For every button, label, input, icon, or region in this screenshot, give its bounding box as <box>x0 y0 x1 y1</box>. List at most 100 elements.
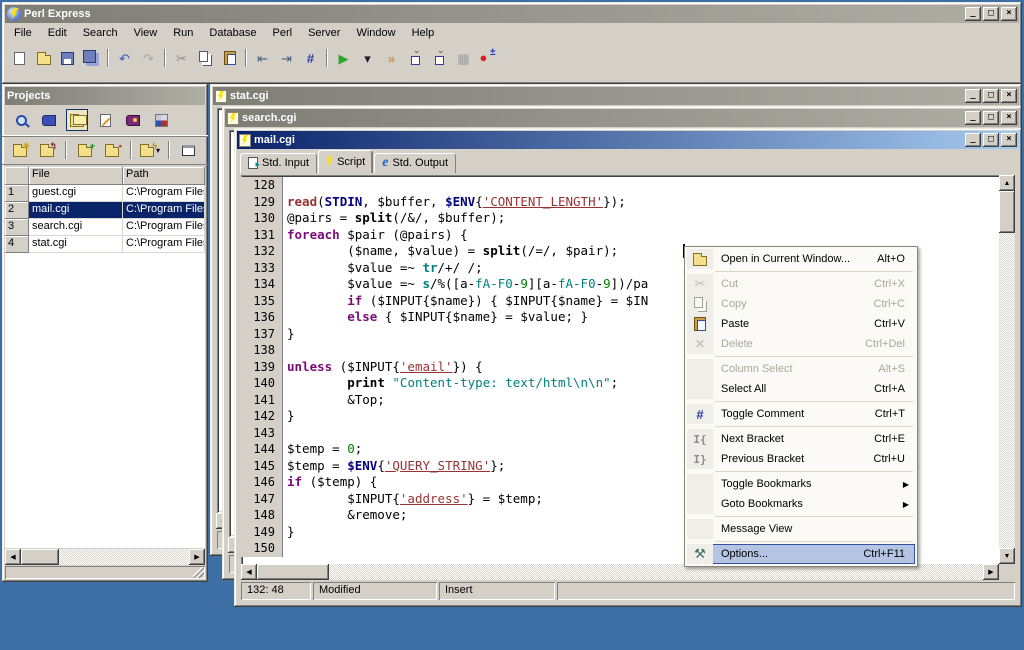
minimize-button[interactable]: _ <box>965 7 981 21</box>
menu-perl[interactable]: Perl <box>265 25 301 41</box>
editor-vscrollbar[interactable]: ▲ ▼ <box>999 175 1015 564</box>
scroll-up-button[interactable]: ▲ <box>999 175 1015 191</box>
menu-file[interactable]: File <box>6 25 40 41</box>
tab-script[interactable]: Script <box>318 150 373 173</box>
maximize-button[interactable]: □ <box>983 111 999 125</box>
copy-button[interactable] <box>194 47 217 69</box>
scroll-right-button[interactable]: ▶ <box>983 564 999 580</box>
code-line[interactable]: 128 <box>241 177 999 194</box>
scroll-thumb[interactable] <box>999 191 1015 233</box>
paste-button[interactable] <box>218 47 241 69</box>
add-file-button[interactable]: + <box>73 139 97 161</box>
indent-button[interactable]: ⇥ <box>275 47 298 69</box>
menu-run[interactable]: Run <box>165 25 201 41</box>
menu-item-message-view[interactable]: Message View <box>687 519 915 539</box>
path-column-header[interactable]: Path <box>123 167 205 185</box>
menu-view[interactable]: View <box>126 25 166 41</box>
file-name-cell[interactable]: guest.cgi <box>29 185 123 202</box>
scroll-left-button[interactable]: ◀ <box>5 549 21 565</box>
project-file-row[interactable]: 2mail.cgiC:\Program Files <box>5 202 205 219</box>
menu-item-column-select[interactable]: Column SelectAlt+S <box>687 359 915 379</box>
maximize-button[interactable]: □ <box>983 89 999 103</box>
menu-server[interactable]: Server <box>300 25 348 41</box>
open-project-button[interactable]: ↰ <box>35 139 59 161</box>
file-path-cell[interactable]: C:\Program Files <box>123 219 205 236</box>
tab-std-input[interactable]: Std. Input <box>240 153 317 173</box>
run-project-button[interactable]: ϟ▾ <box>138 139 162 161</box>
purple-book-button[interactable] <box>122 109 144 131</box>
row-number[interactable]: 3 <box>5 219 29 236</box>
new-window-button[interactable] <box>176 139 200 161</box>
file-path-cell[interactable]: C:\Program Files <box>123 236 205 253</box>
scroll-track[interactable] <box>999 233 1015 548</box>
undo-button[interactable]: ↶ <box>113 47 136 69</box>
close-button[interactable]: × <box>1001 111 1017 125</box>
code-line[interactable]: 131foreach $pair (@pairs) { <box>241 227 999 244</box>
run-with-button[interactable]: » <box>380 47 403 69</box>
search-files-button[interactable] <box>10 109 32 131</box>
menu-item-goto-bookmarks[interactable]: Goto Bookmarks▶ <box>687 494 915 514</box>
scroll-down-button[interactable]: ▼ <box>999 548 1015 564</box>
file-name-cell[interactable]: search.cgi <box>29 219 123 236</box>
unindent-button[interactable]: ⇤ <box>251 47 274 69</box>
minimize-button[interactable]: _ <box>965 89 981 103</box>
code-line[interactable]: 130@pairs = split(/&/, $buffer); <box>241 210 999 227</box>
search-titlebar[interactable]: search.cgi _ □ × <box>225 109 1019 127</box>
step-into-button[interactable] <box>404 47 427 69</box>
close-button[interactable]: × <box>1001 133 1017 147</box>
run-script-button[interactable]: ▶ <box>332 47 355 69</box>
menu-item-options[interactable]: ⚒Options...Ctrl+F11 <box>687 544 915 564</box>
menu-item-paste[interactable]: PasteCtrl+V <box>687 314 915 334</box>
row-number[interactable]: 1 <box>5 185 29 202</box>
scroll-thumb[interactable] <box>21 549 59 565</box>
scroll-left-button[interactable]: ◀ <box>241 564 257 580</box>
project-file-row[interactable]: 1guest.cgiC:\Program Files <box>5 185 205 202</box>
run-menu-button[interactable]: ▾ <box>356 47 379 69</box>
file-column-header[interactable]: File <box>29 167 123 185</box>
code-line[interactable]: 129read(STDIN, $buffer, $ENV{'CONTENT_LE… <box>241 194 999 211</box>
project-file-row[interactable]: 4stat.cgiC:\Program Files <box>5 236 205 253</box>
menu-item-toggle-comment[interactable]: #Toggle CommentCtrl+T <box>687 404 915 424</box>
close-button[interactable]: × <box>1001 89 1017 103</box>
scroll-thumb[interactable] <box>257 564 329 580</box>
blue-book-button[interactable] <box>38 109 60 131</box>
menu-help[interactable]: Help <box>404 25 443 41</box>
menu-item-select-all[interactable]: Select AllCtrl+A <box>687 379 915 399</box>
menu-search[interactable]: Search <box>75 25 126 41</box>
file-path-cell[interactable]: C:\Program Files <box>123 185 205 202</box>
menu-database[interactable]: Database <box>201 25 264 41</box>
projects-hscrollbar[interactable]: ◀ ▶ <box>5 549 205 565</box>
main-titlebar[interactable]: Perl Express _ □ × <box>5 5 1019 23</box>
open-file-button[interactable] <box>32 47 55 69</box>
project-file-row[interactable]: 3search.cgiC:\Program Files <box>5 219 205 236</box>
minimize-button[interactable]: _ <box>965 133 981 147</box>
menu-edit[interactable]: Edit <box>40 25 75 41</box>
menu-window[interactable]: Window <box>348 25 403 41</box>
tab-std-output[interactable]: eStd. Output <box>374 153 456 173</box>
cut-button[interactable]: ✂ <box>170 47 193 69</box>
file-path-cell[interactable]: C:\Program Files <box>123 202 205 219</box>
new-file-button[interactable] <box>8 47 31 69</box>
close-button[interactable]: × <box>1001 7 1017 21</box>
stat-titlebar[interactable]: stat.cgi _ □ × <box>213 87 1019 105</box>
row-number[interactable]: 2 <box>5 202 29 219</box>
file-name-cell[interactable]: stat.cgi <box>29 236 123 253</box>
file-name-cell[interactable]: mail.cgi <box>29 202 123 219</box>
menu-item-previous-bracket[interactable]: I}Previous BracketCtrl+U <box>687 449 915 469</box>
menu-item-cut[interactable]: ✂CutCtrl+X <box>687 274 915 294</box>
menu-item-delete[interactable]: ✕DeleteCtrl+Del <box>687 334 915 354</box>
row-number[interactable]: 4 <box>5 236 29 253</box>
toggle-breakpoint-button[interactable] <box>476 47 499 69</box>
maximize-button[interactable]: □ <box>983 133 999 147</box>
menu-item-open-in-current-window[interactable]: Open in Current Window...Alt+O <box>687 249 915 269</box>
color-cube-button[interactable] <box>150 109 172 131</box>
scroll-right-button[interactable]: ▶ <box>189 549 205 565</box>
corner-header[interactable] <box>5 167 29 185</box>
resize-grip[interactable] <box>193 567 204 578</box>
new-project-button[interactable]: ✳ <box>8 139 32 161</box>
maximize-button[interactable]: □ <box>983 7 999 21</box>
step-over-button[interactable] <box>428 47 451 69</box>
menu-item-next-bracket[interactable]: I{Next BracketCtrl+E <box>687 429 915 449</box>
redo-button[interactable]: ↷ <box>137 47 160 69</box>
save-button[interactable] <box>56 47 79 69</box>
